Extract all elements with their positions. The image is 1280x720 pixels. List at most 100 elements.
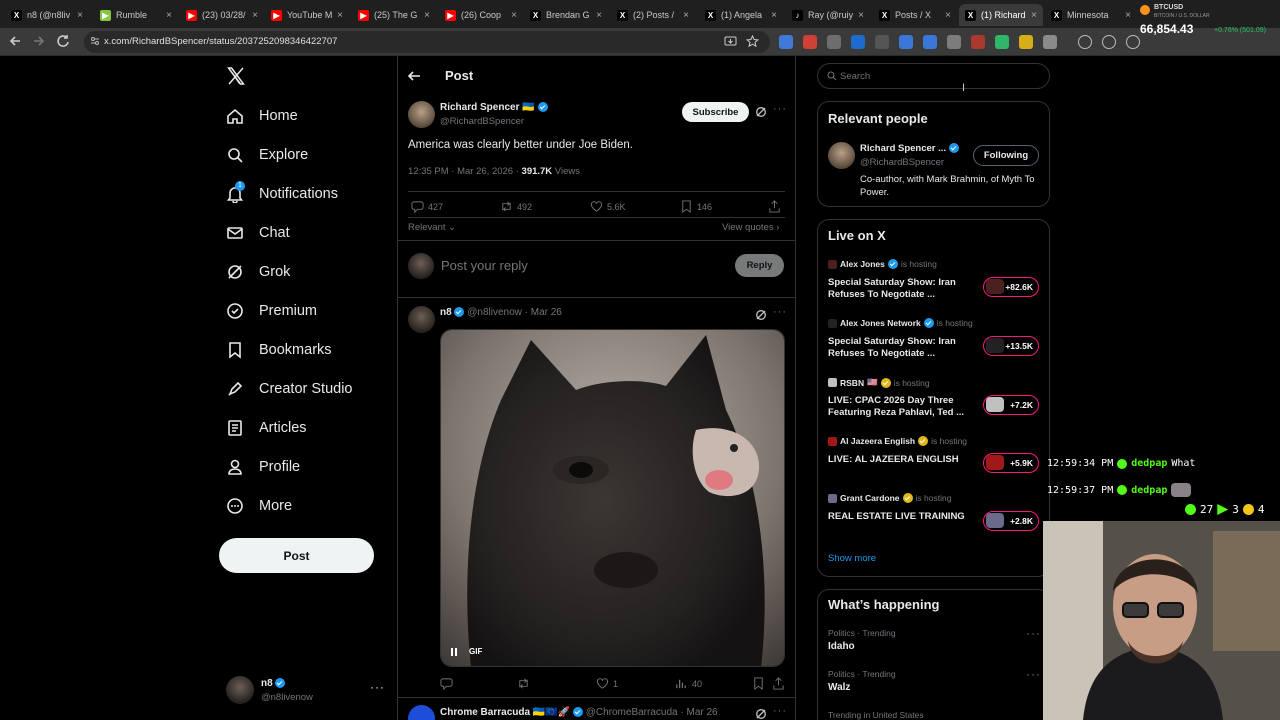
close-tab-icon[interactable]: × [77,10,83,21]
browser-tab[interactable]: ▶ YouTube M × [265,4,349,26]
url-text[interactable]: x.com/RichardBSpencer/status/20372520983… [104,36,337,47]
views-action[interactable]: 40 [675,677,702,690]
browser-tab[interactable]: X Brendan G × [524,4,608,26]
more-options-icon[interactable]: ··· [773,705,787,717]
site-info-icon[interactable] [90,36,100,46]
install-app-icon[interactable] [724,35,737,48]
reply-action[interactable] [440,677,453,690]
reply-date[interactable]: · Mar 26 [680,707,717,718]
live-title[interactable]: Special Saturday Show: Iran Refuses To N… [828,336,973,360]
browser-tab[interactable]: X (1) Angela × [699,4,783,26]
back-icon[interactable] [8,34,22,48]
close-tab-icon[interactable]: × [771,10,777,21]
extension-9-icon[interactable] [971,35,985,49]
extensions-puzzle-icon[interactable] [1043,35,1057,49]
extension-2-icon[interactable] [803,35,817,49]
x-logo-icon[interactable] [226,66,246,86]
bookmark-star-icon[interactable] [746,35,759,48]
live-host[interactable]: Alex Jones Network is hosting [828,318,973,328]
close-tab-icon[interactable]: × [424,10,430,21]
live-listener-badge[interactable]: +13.5K [983,336,1039,356]
post-author-handle[interactable]: @RichardBSpencer [440,116,524,127]
trend-name[interactable]: Idaho [828,641,855,652]
live-listener-badge[interactable]: +2.8K [983,511,1039,531]
extension-10-icon[interactable] [995,35,1009,49]
relevant-person-name[interactable]: Richard Spencer ... [860,143,946,154]
reply-date[interactable]: · Mar 26 [525,307,562,318]
nav-item-grok[interactable]: Grok [226,258,290,286]
profile-icon[interactable] [1102,35,1116,49]
close-tab-icon[interactable]: × [511,10,517,21]
share-action[interactable] [772,677,785,690]
nav-item-home[interactable]: Home [226,102,298,130]
reply-action[interactable]: 427 [411,200,443,213]
extension-8-icon[interactable] [947,35,961,49]
account-switcher[interactable]: n8 @n8livenow ··· [226,676,386,708]
more-options-icon[interactable]: ··· [773,306,787,318]
subscribe-button[interactable]: Subscribe [682,102,749,122]
show-more-link[interactable]: Show more [828,553,876,564]
browser-tab[interactable]: ♪ Ray (@ruiy × [786,4,870,26]
grok-icon[interactable] [755,309,767,321]
close-tab-icon[interactable]: × [166,10,172,21]
more-options-icon[interactable]: ··· [1026,667,1041,681]
extension-3-icon[interactable] [827,35,841,49]
extension-1-icon[interactable] [779,35,793,49]
gif-media[interactable]: GIF [440,329,785,667]
browser-tab[interactable]: ▶ (23) 03/28/ × [180,4,264,26]
repost-action[interactable] [517,677,530,690]
relevant-person-handle[interactable]: @RichardBSpencer [860,157,944,168]
nav-item-explore[interactable]: Explore [226,141,308,169]
pause-icon[interactable] [449,647,459,657]
nav-item-premium[interactable]: Premium [226,297,317,325]
devtools-icon[interactable] [1126,35,1140,49]
close-tab-icon[interactable]: × [945,10,951,21]
reply-input[interactable]: Post your reply [441,258,528,273]
more-options-icon[interactable]: ··· [1026,626,1041,640]
browser-tab[interactable]: X Posts / X × [873,4,957,26]
like-action[interactable]: 1 [596,677,618,690]
extension-11-icon[interactable] [1019,35,1033,49]
reply-author-handle[interactable]: @ChromeBarracuda [586,707,678,718]
live-title[interactable]: Special Saturday Show: Iran Refuses To N… [828,277,973,301]
browser-tab[interactable]: ▶ Rumble × [94,4,178,26]
extension-4-icon[interactable] [851,35,865,49]
extension-7-icon[interactable] [923,35,937,49]
view-quotes-link[interactable]: View quotes › [722,222,779,233]
nav-item-more[interactable]: More [226,492,292,520]
search-box[interactable]: Search [817,63,1050,89]
live-title[interactable]: LIVE: CPAC 2026 Day Three Featuring Reza… [828,395,973,419]
trend-category[interactable]: Politics · Trending [828,628,896,638]
trend-category[interactable]: Politics · Trending [828,669,896,679]
repost-action[interactable]: 492 [500,200,532,213]
like-action[interactable]: 5.6K [590,200,626,213]
reply-author-name[interactable]: Chrome Barracuda [440,707,530,718]
more-options-icon[interactable]: ··· [773,103,787,115]
close-tab-icon[interactable]: × [683,10,689,21]
search-input[interactable]: Search [840,71,870,82]
extension-5-icon[interactable] [875,35,889,49]
nav-item-articles[interactable]: Articles [226,414,307,442]
forward-icon[interactable] [32,34,46,48]
following-button[interactable]: Following [973,145,1039,166]
live-listener-badge[interactable]: +5.9K [983,453,1039,473]
trend-category[interactable]: Trending in United States [828,710,924,720]
browser-tab[interactable]: X Minnesota × [1045,4,1137,26]
reload-icon[interactable] [56,34,70,48]
close-tab-icon[interactable]: × [1125,10,1131,21]
browser-tab[interactable]: X (2) Posts / × [611,4,695,26]
grok-icon[interactable] [755,106,767,118]
bookmark-action[interactable]: 146 [680,200,712,213]
nav-item-profile[interactable]: Profile [226,453,300,481]
reply-author-handle[interactable]: @n8livenow [467,307,522,318]
live-host[interactable]: Al Jazeera English is hosting [828,436,967,446]
sort-replies-dropdown[interactable]: Relevant ⌄ [408,222,456,233]
close-tab-icon[interactable]: × [596,10,602,21]
trend-name[interactable]: Walz [828,682,850,693]
extension-6-icon[interactable] [899,35,913,49]
avatar[interactable] [408,306,435,333]
reply-author-name[interactable]: n8 [440,307,452,318]
close-tab-icon[interactable]: × [252,10,258,21]
reply-button[interactable]: Reply [735,254,784,277]
browser-tab[interactable]: X (1) Richard × [959,4,1043,26]
